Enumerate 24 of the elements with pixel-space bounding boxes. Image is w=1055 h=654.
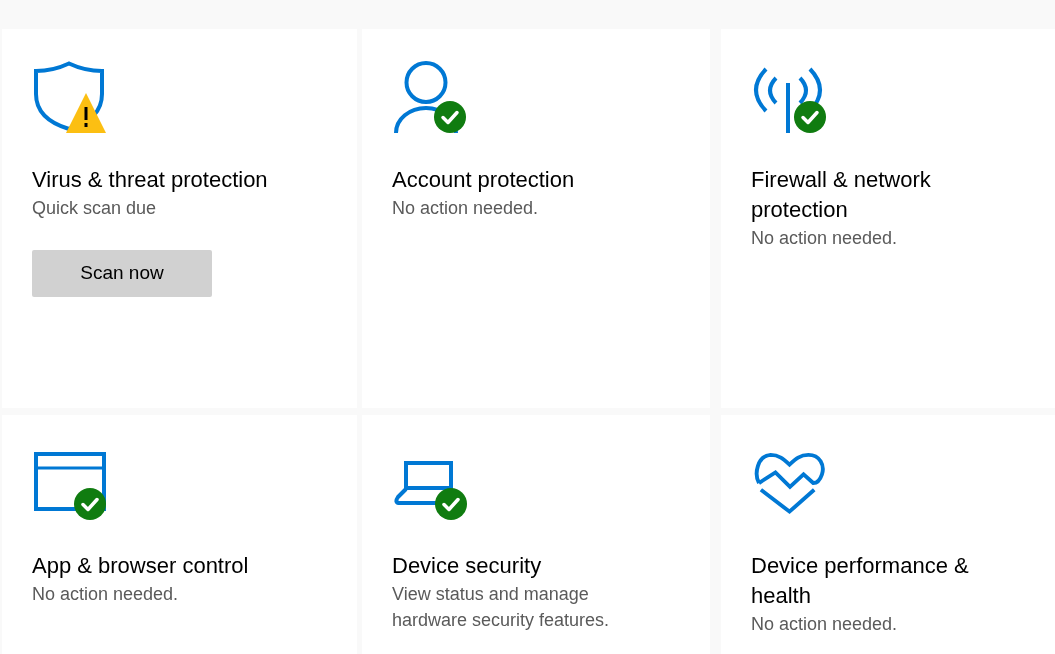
status-text: No action needed. [751, 227, 898, 250]
heart-pulse-icon [753, 452, 826, 515]
section-title: App & browser control [32, 552, 249, 580]
status-text: No action needed. [32, 583, 179, 606]
protection-card[interactable]: Account protection No action needed. [362, 29, 710, 408]
protection-card[interactable]: Firewall & network protection No action needed. [721, 29, 1055, 408]
shield-icon [34, 61, 104, 131]
protection-card[interactable]: Device security View status and manage hardware security features. [362, 415, 710, 654]
section-title: Device security [392, 552, 542, 580]
protection-card[interactable]: Virus & threat protection Quick scan due Scan now [2, 29, 357, 408]
status-text: No action needed. [751, 613, 898, 636]
protection-card[interactable]: Device performance & health No action needed. [721, 415, 1055, 654]
section-title: Account protection [392, 166, 575, 194]
section-title: Firewall & network protection [751, 166, 932, 224]
section-title: Virus & threat protection [32, 166, 268, 194]
laptop-icon [394, 461, 453, 505]
antenna-icon [753, 66, 823, 133]
section-title: Device performance & health [751, 552, 970, 610]
scan-button[interactable]: Scan now [32, 250, 212, 297]
protection-card[interactable]: App & browser control No action needed. [2, 415, 357, 654]
status-text: No action needed. [392, 197, 539, 220]
status-text: View status and manage hardware security features. [392, 583, 611, 632]
status-text: Quick scan due [32, 197, 157, 220]
browser-window-icon [34, 452, 106, 511]
